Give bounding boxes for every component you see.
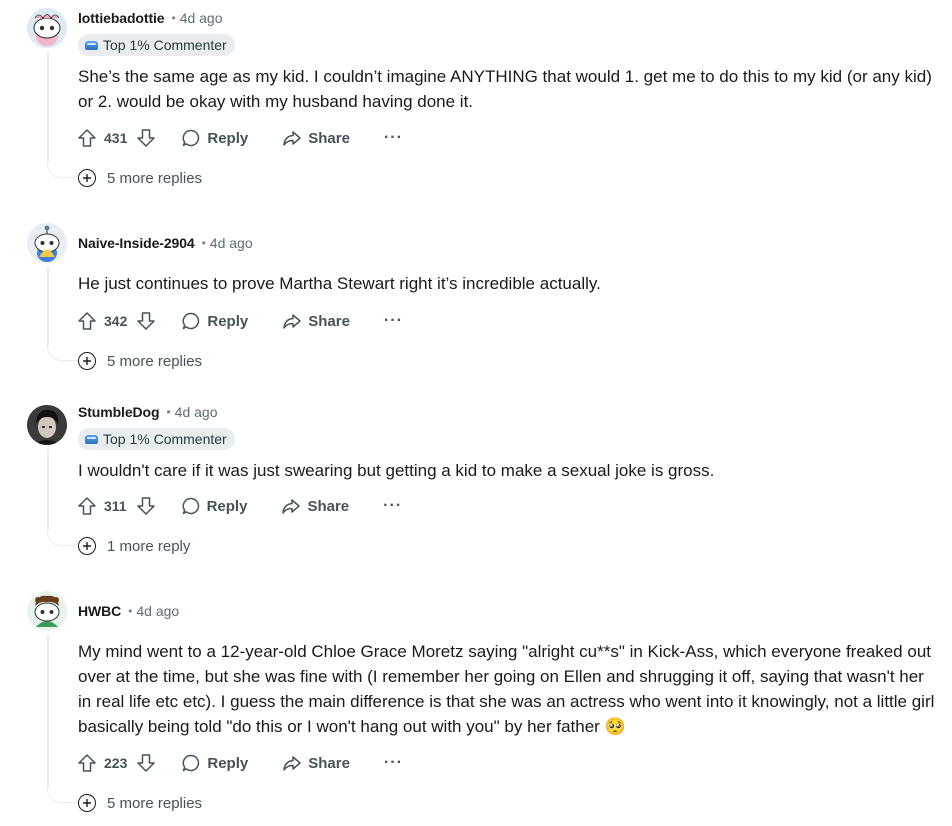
snoo-avatar-icon: [27, 223, 67, 263]
comment-meta: Naive-Inside-2904 • 4d ago: [78, 232, 253, 254]
profile-photo-icon: [27, 405, 67, 445]
more-replies-link[interactable]: 5 more replies: [78, 350, 202, 372]
more-options-button[interactable]: ···: [384, 754, 403, 772]
upvote-arrow-icon[interactable]: [74, 308, 100, 334]
reply-button[interactable]: Reply: [181, 128, 248, 148]
username[interactable]: lottiebadottie: [78, 10, 165, 26]
more-replies-label: 1 more reply: [107, 537, 191, 555]
share-arrow-icon: [283, 131, 301, 146]
reply-label: Reply: [207, 754, 249, 772]
user-avatar[interactable]: [27, 8, 67, 48]
comment-actions: 342 Reply Share ···: [74, 305, 403, 337]
speech-bubble-icon: [182, 754, 200, 772]
upvote-arrow-icon[interactable]: [74, 493, 100, 519]
timestamp[interactable]: 4d ago: [210, 235, 253, 251]
vote-score: 223: [104, 755, 128, 771]
comment-body: My mind went to a 12-year-old Chloe Grac…: [78, 642, 935, 736]
user-avatar[interactable]: [27, 223, 67, 263]
plus-circle-icon: [78, 352, 96, 370]
comment-body: He just continues to prove Martha Stewar…: [78, 274, 601, 293]
user-avatar[interactable]: [27, 591, 67, 631]
comment-body: She’s the same age as my kid. I couldn’t…: [78, 67, 932, 111]
speech-bubble-icon: [182, 312, 200, 330]
comment-actions: 431 Reply Share ···: [74, 122, 403, 154]
share-label: Share: [308, 129, 350, 147]
reply-label: Reply: [207, 312, 249, 330]
comment-actions: 311 Reply Share ···: [74, 490, 402, 522]
reply-button[interactable]: Reply: [181, 311, 248, 331]
username[interactable]: HWBC: [78, 603, 121, 619]
share-label: Share: [308, 754, 350, 772]
downvote-arrow-icon[interactable]: [133, 125, 159, 151]
comment-meta: HWBC • 4d ago: [78, 600, 179, 622]
flair-badge-icon: [85, 434, 98, 444]
more-replies-link[interactable]: 5 more replies: [78, 792, 202, 814]
reply-label: Reply: [207, 129, 249, 147]
share-button[interactable]: Share: [282, 311, 350, 331]
timestamp[interactable]: 4d ago: [136, 603, 179, 619]
more-options-button[interactable]: ···: [383, 497, 402, 515]
reply-button[interactable]: Reply: [181, 753, 248, 773]
comment-actions: 223 Reply Share ···: [74, 747, 403, 779]
more-replies-label: 5 more replies: [107, 794, 203, 812]
username[interactable]: StumbleDog: [78, 404, 160, 420]
flair-badge-icon: [85, 40, 98, 50]
separator-dot: •: [166, 405, 171, 419]
timestamp[interactable]: 4d ago: [180, 10, 223, 26]
share-button[interactable]: Share: [282, 128, 350, 148]
flair-label: Top 1% Commenter: [103, 431, 227, 447]
separator-dot: •: [128, 604, 133, 618]
share-arrow-icon: [282, 499, 301, 514]
separator-dot: •: [201, 236, 206, 250]
separator-dot: •: [171, 11, 176, 25]
plus-circle-icon: [78, 169, 96, 187]
snoo-avatar-icon: [27, 591, 67, 631]
comment-meta: StumbleDog • 4d ago: [78, 401, 217, 423]
more-replies-link[interactable]: 5 more replies: [78, 167, 202, 189]
user-avatar[interactable]: [27, 405, 67, 445]
share-arrow-icon: [283, 314, 301, 329]
reply-label: Reply: [206, 497, 248, 515]
vote-score: 431: [104, 130, 128, 146]
vote-group: 223: [74, 750, 159, 776]
vote-score: 342: [104, 313, 128, 329]
downvote-arrow-icon[interactable]: [133, 308, 159, 334]
more-replies-label: 5 more replies: [107, 352, 203, 370]
share-label: Share: [308, 312, 350, 330]
username[interactable]: Naive-Inside-2904: [78, 235, 195, 251]
speech-bubble-icon: [182, 129, 200, 147]
downvote-arrow-icon[interactable]: [133, 750, 159, 776]
user-flair: Top 1% Commenter: [78, 428, 235, 450]
speech-bubble-icon: [182, 497, 199, 515]
upvote-arrow-icon[interactable]: [74, 125, 100, 151]
vote-score: 311: [104, 498, 127, 514]
comment-body: I wouldn't care if it was just swearing …: [78, 461, 715, 480]
vote-group: 431: [74, 125, 159, 151]
more-replies-label: 5 more replies: [107, 169, 203, 187]
comment-meta: lottiebadottie • 4d ago: [78, 7, 223, 29]
share-label: Share: [307, 497, 350, 515]
more-options-button[interactable]: ···: [384, 312, 403, 330]
reply-button[interactable]: Reply: [181, 496, 248, 516]
flair-label: Top 1% Commenter: [103, 37, 227, 53]
downvote-arrow-icon[interactable]: [133, 493, 159, 519]
plus-circle-icon: [78, 794, 96, 812]
share-button[interactable]: Share: [282, 753, 350, 773]
vote-group: 311: [74, 493, 159, 519]
share-arrow-icon: [283, 756, 301, 771]
timestamp[interactable]: 4d ago: [175, 404, 218, 420]
upvote-arrow-icon[interactable]: [74, 750, 100, 776]
user-flair: Top 1% Commenter: [78, 34, 235, 56]
snoo-avatar-icon: [27, 8, 67, 48]
more-options-button[interactable]: ···: [384, 129, 403, 147]
plus-circle-icon: [78, 537, 96, 555]
share-button[interactable]: Share: [281, 496, 349, 516]
vote-group: 342: [74, 308, 159, 334]
more-replies-link[interactable]: 1 more reply: [78, 535, 190, 557]
